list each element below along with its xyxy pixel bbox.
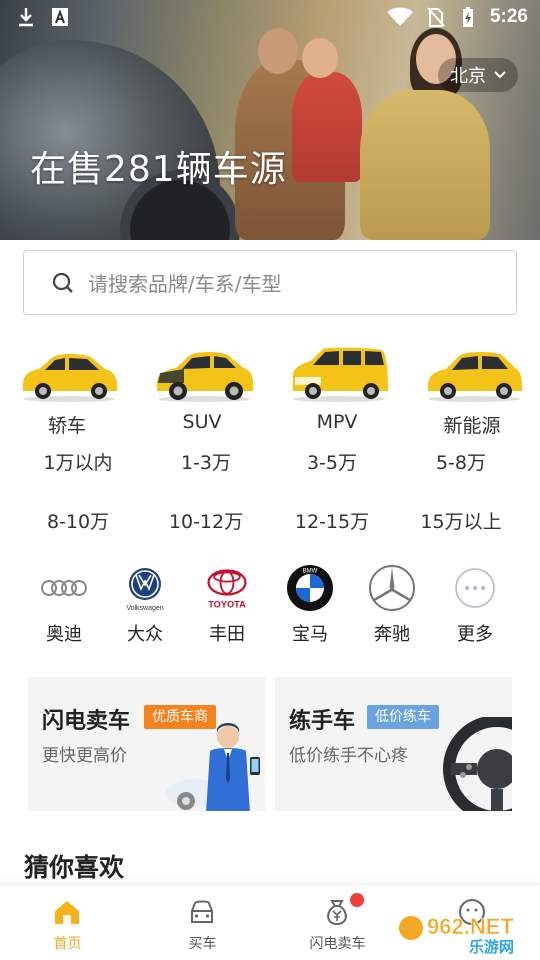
hero-headline: 在售281辆车源: [30, 149, 287, 190]
search-placeholder: 请搜索品牌/车系/车型: [88, 272, 282, 296]
svg-text:乐游网: 乐游网: [469, 938, 514, 956]
nav-item-home[interactable]: 首页: [0, 885, 135, 960]
site-watermark: 962.NET 乐游网: [399, 914, 515, 956]
svg-text:TOYOTA: TOYOTA: [208, 599, 246, 609]
brand-name: 丰田: [209, 624, 245, 645]
promo-subtitle: 更快更高价: [42, 746, 127, 766]
money-bag-icon: [327, 900, 347, 926]
svg-text:962.NET: 962.NET: [427, 914, 514, 939]
brand-name: 奥迪: [46, 624, 82, 645]
price-range-item[interactable]: 12-15万: [272, 507, 392, 534]
mercedes-logo-icon: [368, 564, 416, 612]
nav-label: 首页: [53, 936, 82, 952]
car-type-suv[interactable]: SUV: [142, 335, 262, 445]
promo-tag: 低价练车: [367, 705, 439, 729]
home-icon: [55, 901, 79, 924]
new-energy-car-icon: [428, 352, 522, 402]
price-range-item[interactable]: 10-12万: [146, 507, 266, 534]
bmw-logo-icon: BMW: [286, 564, 334, 612]
car-type-label: MPV: [316, 411, 358, 433]
nav-item-flash-sell[interactable]: 闪电卖车: [270, 885, 405, 960]
car-type-label: 轿车: [47, 415, 86, 437]
promo-title: 闪电卖车: [42, 709, 131, 734]
car-type-label: SUV: [182, 411, 222, 433]
car-type-new-energy[interactable]: 新能源: [412, 335, 532, 445]
status-bar: 5:26: [0, 0, 540, 36]
price-range-row-1: 1万以内 1-3万 3-5万 5-8万: [0, 448, 540, 478]
brand-bmw[interactable]: BMW 宝马: [270, 560, 350, 650]
mpv-car-icon: [293, 347, 388, 402]
brand-audi[interactable]: 奥迪: [24, 560, 104, 650]
nav-item-buy-car[interactable]: 买车: [135, 885, 270, 960]
price-range-item[interactable]: 1-3万: [146, 448, 266, 475]
city-selector[interactable]: 北京: [438, 58, 518, 92]
salesman-illustration-icon: [166, 723, 260, 811]
wifi-icon: [386, 7, 413, 26]
no-sim-icon: [427, 7, 445, 27]
brand-list: 奥迪 Volkswagen 大众 TOYOTA 丰田 BMW 宝马 奔驰 更多: [0, 560, 540, 650]
hero-person-woman: [360, 90, 490, 240]
price-range-item[interactable]: 5-8万: [401, 448, 521, 475]
brand-name: 奔驰: [374, 624, 410, 645]
brand-name: 更多: [457, 624, 493, 645]
audi-logo-icon: [40, 564, 88, 612]
car-type-label: 新能源: [443, 415, 501, 437]
promo-title: 练手车: [289, 709, 356, 734]
nav-label: 闪电卖车: [309, 936, 366, 952]
clock: 5:26: [489, 6, 528, 27]
brand-name: 宝马: [292, 624, 328, 645]
battery-charging-icon: [462, 7, 473, 27]
hero-banner[interactable]: 5:26 北京 在售281辆车源: [0, 0, 540, 240]
promo-card-flash-sell[interactable]: 闪电卖车 优质车商 更快更高价: [28, 677, 265, 811]
city-label: 北京: [450, 66, 486, 87]
more-icon: [451, 564, 499, 612]
car-type-sedan[interactable]: 轿车: [7, 335, 127, 445]
promo-card-practice-car[interactable]: 练手车 低价练车 低价练手不心疼: [275, 677, 512, 811]
suv-car-icon: [157, 352, 253, 402]
svg-text:BMW: BMW: [303, 569, 318, 575]
volkswagen-logo-icon: Volkswagen: [121, 564, 169, 612]
brand-toyota[interactable]: TOYOTA 丰田: [187, 560, 267, 650]
sedan-car-icon: [23, 354, 117, 402]
brand-more[interactable]: 更多: [435, 560, 515, 650]
promo-subtitle: 低价练手不心疼: [289, 746, 408, 766]
svg-text:Volkswagen: Volkswagen: [126, 605, 163, 612]
search-input[interactable]: 请搜索品牌/车系/车型: [23, 250, 517, 315]
brand-mercedes[interactable]: 奔驰: [352, 560, 432, 650]
brand-name: 大众: [127, 624, 163, 645]
section-title-recommend: 猜你喜欢: [24, 853, 125, 882]
price-range-item[interactable]: 15万以上: [401, 507, 521, 534]
price-range-item[interactable]: 3-5万: [272, 448, 392, 475]
download-icon: [19, 8, 33, 27]
price-range-item[interactable]: 1万以内: [18, 448, 138, 475]
chevron-down-icon: [494, 71, 506, 79]
car-type-list: 轿车 SUV MPV 新能源: [0, 335, 540, 445]
car-type-mpv[interactable]: MPV: [277, 335, 397, 445]
toyota-logo-icon: TOYOTA: [203, 564, 251, 612]
text-a-icon: [52, 8, 68, 26]
price-range-row-2: 8-10万 10-12万 12-15万 15万以上: [0, 507, 540, 537]
car-icon: [191, 900, 213, 923]
search-icon: [52, 272, 73, 293]
nav-label: 买车: [188, 936, 217, 952]
steering-wheel-icon: [443, 717, 512, 811]
notification-badge: [350, 893, 364, 907]
price-range-item[interactable]: 8-10万: [18, 507, 138, 534]
hero-person-child: [292, 72, 362, 182]
brand-volkswagen[interactable]: Volkswagen 大众: [105, 560, 185, 650]
hero-person-child-head: [302, 38, 338, 78]
